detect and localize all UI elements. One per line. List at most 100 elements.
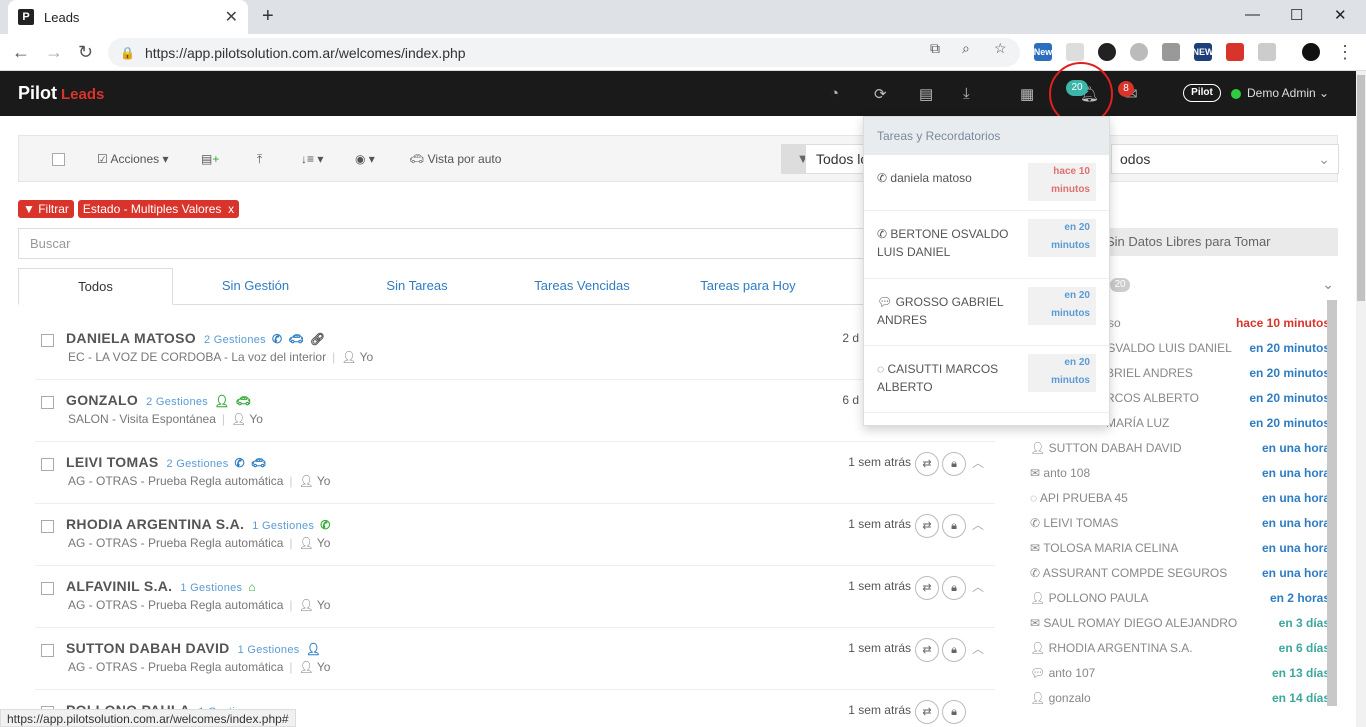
lock-icon[interactable]: 🔒︎ bbox=[942, 514, 966, 538]
side-panel-scrollbar[interactable] bbox=[1327, 300, 1337, 706]
side-task-item[interactable]: ✆ LEIVI TOMAS en una hora bbox=[1030, 510, 1330, 535]
chevron-down-icon[interactable]: ⌄ bbox=[1322, 276, 1334, 293]
close-window-button[interactable]: ✕ bbox=[1334, 6, 1347, 24]
profile-avatar[interactable] bbox=[1302, 43, 1320, 61]
lead-name[interactable]: ALFAVINIL S.A. bbox=[66, 578, 172, 594]
transfer-icon[interactable]: ⇄ bbox=[915, 452, 939, 476]
tab-sin-tareas[interactable]: Sin Tareas bbox=[338, 268, 496, 305]
gestiones-link[interactable]: 2 Gestiones bbox=[146, 396, 208, 408]
back-icon[interactable]: ← bbox=[12, 42, 30, 63]
page-scrollbar-thumb[interactable] bbox=[1357, 75, 1365, 301]
document-icon[interactable]: ▤ bbox=[919, 85, 933, 103]
side-task-item[interactable]: 👤︎ POLLONO PAULA en 2 horas bbox=[1030, 585, 1330, 610]
lead-row[interactable]: DANIELA MATOSO 2 Gestiones ✆ 🚗︎ 🔗︎ EC - LA V… bbox=[35, 318, 995, 380]
lead-row[interactable]: RHODIA ARGENTINA S.A. 1 Gestiones ✆ AG - O… bbox=[35, 504, 995, 566]
tab-sin-gestion[interactable]: Sin Gestión bbox=[173, 268, 338, 305]
notification-item[interactable]: ✆ daniela matoso hace 10 minutos bbox=[864, 155, 1109, 211]
browser-tab[interactable]: P Leads ✕ bbox=[8, 0, 248, 34]
lead-checkbox[interactable] bbox=[41, 458, 54, 471]
zoom-icon[interactable]: ⌕ bbox=[962, 40, 970, 57]
gestiones-link[interactable]: 2 Gestiones bbox=[204, 334, 266, 346]
reload-icon[interactable]: ↻ bbox=[78, 42, 93, 63]
extension-b-icon[interactable] bbox=[1162, 43, 1180, 61]
lead-name[interactable]: RHODIA ARGENTINA S.A. bbox=[66, 516, 244, 532]
collapse-icon[interactable]: ︿ bbox=[972, 516, 984, 533]
side-task-item[interactable]: ◌ API PRUEBA 45 en una hora bbox=[1030, 485, 1330, 510]
lead-name[interactable]: DANIELA MATOSO bbox=[66, 330, 196, 346]
lead-row[interactable]: LEIVI TOMAS 2 Gestiones ✆ 🚗︎ AG - OTRAS - P… bbox=[35, 442, 995, 504]
view-dropdown[interactable]: ◉ ▾ bbox=[355, 152, 375, 166]
extension-news-icon[interactable]: NEW bbox=[1193, 43, 1214, 61]
estado-chip[interactable]: Estado - Multiples Valores x bbox=[77, 200, 240, 218]
lead-row[interactable]: ALFAVINIL S.A. 1 Gestiones ⌂ AG - OTRAS - … bbox=[35, 566, 995, 628]
notification-item[interactable]: ◌ CAISUTTI MARCOS ALBERTO en 20 minutos bbox=[864, 346, 1109, 413]
lock-icon[interactable]: 🔒︎ bbox=[942, 638, 966, 662]
new-tab-button[interactable]: + bbox=[262, 5, 274, 28]
lock-icon[interactable]: 🔒︎ bbox=[942, 700, 966, 724]
minimize-button[interactable]: — bbox=[1245, 6, 1260, 23]
lead-name[interactable]: SUTTON DABAH DAVID bbox=[66, 640, 230, 656]
collapse-icon[interactable]: ︿ bbox=[972, 640, 984, 657]
gestiones-link[interactable]: 2 Gestiones bbox=[167, 458, 229, 470]
select-all-checkbox[interactable] bbox=[52, 153, 65, 169]
side-task-item[interactable]: 💬︎ anto 107 en 13 días bbox=[1030, 660, 1330, 685]
upload-button[interactable]: ⤒ bbox=[257, 152, 262, 167]
vista-por-auto-button[interactable]: 🚗︎ Vista por auto bbox=[409, 152, 501, 166]
notification-item[interactable]: 💬︎ GROSSO GABRIEL ANDRES en 20 minutos bbox=[864, 279, 1109, 346]
gestiones-link[interactable]: 1 Gestiones bbox=[252, 520, 314, 532]
lead-checkbox[interactable] bbox=[41, 396, 54, 409]
acciones-dropdown[interactable]: ☑ Acciones ▾ bbox=[97, 152, 169, 166]
user-menu[interactable]: Demo Admin ⌄ bbox=[1247, 86, 1329, 100]
download-icon[interactable]: ⤓ bbox=[963, 85, 970, 102]
lead-row[interactable]: GONZALO 2 Gestiones 👤︎ 🚗︎ SALON - Visita Es… bbox=[35, 380, 995, 442]
tab-close-icon[interactable]: ✕ bbox=[225, 7, 238, 27]
owner-select[interactable]: odos ⌄ bbox=[1111, 144, 1339, 174]
side-task-item[interactable]: ✉ anto 108 en una hora bbox=[1030, 460, 1330, 485]
side-task-item[interactable]: 👤︎ gonzalo en 14 días bbox=[1030, 685, 1330, 710]
extension-pdf-icon[interactable] bbox=[1226, 43, 1244, 61]
address-bar[interactable]: 🔒 https://app.pilotsolution.com.ar/welco… bbox=[108, 38, 1020, 67]
collapse-icon[interactable]: ︿ bbox=[972, 454, 984, 471]
refresh-icon[interactable]: ⟳ bbox=[874, 85, 887, 103]
maximize-button[interactable]: ☐ bbox=[1290, 6, 1303, 24]
chip-close-icon[interactable]: x bbox=[228, 202, 234, 216]
tab-todos[interactable]: Todos bbox=[18, 268, 173, 305]
extension-color-icon[interactable] bbox=[1098, 43, 1116, 61]
gestiones-link[interactable]: 1 Gestiones bbox=[180, 582, 242, 594]
lock-icon[interactable]: 🔒︎ bbox=[942, 576, 966, 600]
transfer-icon[interactable]: ⇄ bbox=[915, 700, 939, 724]
new-document-button[interactable]: ▤+ bbox=[201, 152, 219, 166]
notification-item[interactable]: ✆ BERTONE OSVALDO LUIS DANIEL en 20 minu… bbox=[864, 211, 1109, 279]
side-task-item[interactable]: ✉ TOLOSA MARIA CELINA en una hora bbox=[1030, 535, 1330, 560]
collapse-icon[interactable]: ︿ bbox=[972, 578, 984, 595]
lead-checkbox[interactable] bbox=[41, 334, 54, 347]
extension-new-icon[interactable]: New bbox=[1034, 43, 1052, 61]
lead-checkbox[interactable] bbox=[41, 520, 54, 533]
forward-icon[interactable]: → bbox=[45, 42, 63, 63]
transfer-icon[interactable]: ⇄ bbox=[915, 514, 939, 538]
lead-checkbox[interactable] bbox=[41, 644, 54, 657]
extension-misc-icon[interactable] bbox=[1258, 43, 1276, 61]
side-task-item[interactable]: 👤︎ RHODIA ARGENTINA S.A. en 6 días bbox=[1030, 635, 1330, 660]
extension-link-icon[interactable] bbox=[1130, 43, 1148, 61]
filter-button[interactable]: ▼ Filtrar bbox=[18, 200, 74, 218]
brand-logo[interactable]: Pilot Leads bbox=[18, 83, 104, 104]
side-task-item[interactable]: ✆ ASSURANT COMPDE SEGUROS en una hora bbox=[1030, 560, 1330, 585]
transfer-icon[interactable]: ⇄ bbox=[915, 638, 939, 662]
extension-skype-icon[interactable] bbox=[1066, 43, 1084, 61]
lead-checkbox[interactable] bbox=[41, 582, 54, 595]
browser-menu-icon[interactable]: ⋮ bbox=[1336, 42, 1354, 63]
translate-icon[interactable]: ⧉ bbox=[930, 40, 940, 57]
gestiones-link[interactable]: 1 Gestiones bbox=[238, 644, 300, 656]
tab-tareas-hoy[interactable]: Tareas para Hoy bbox=[668, 268, 828, 305]
apps-grid-icon[interactable]: ▦ bbox=[1020, 85, 1034, 103]
side-task-item[interactable]: 👤︎ SUTTON DABAH DAVID en una hora bbox=[1030, 435, 1330, 460]
lead-row[interactable]: SUTTON DABAH DAVID 1 Gestiones 👤︎ AG - OTR… bbox=[35, 628, 995, 690]
lock-icon[interactable]: 🔒︎ bbox=[942, 452, 966, 476]
tab-tareas-vencidas[interactable]: Tareas Vencidas bbox=[496, 268, 668, 305]
bookmark-star-icon[interactable]: ☆ bbox=[994, 40, 1007, 57]
side-task-item[interactable]: ✉ SAUL ROMAY DIEGO ALEJANDRO en 3 días bbox=[1030, 610, 1330, 635]
lead-name[interactable]: LEIVI TOMAS bbox=[66, 454, 159, 470]
sort-dropdown[interactable]: ↓≡ ▾ bbox=[301, 152, 323, 166]
lead-name[interactable]: GONZALO bbox=[66, 392, 138, 408]
